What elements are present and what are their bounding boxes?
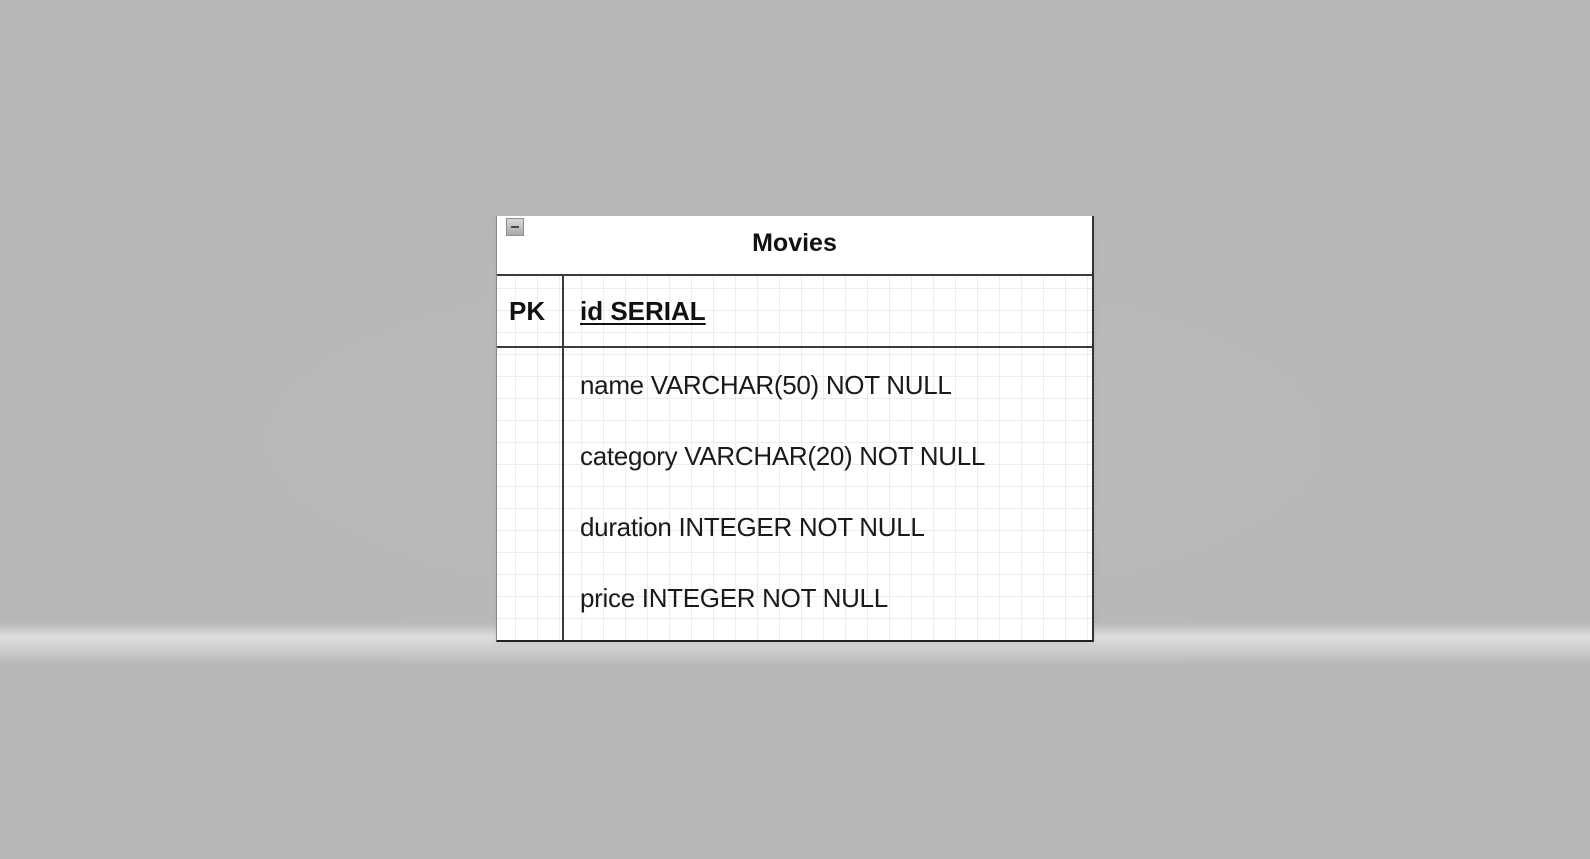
entity-header: Movies — [497, 216, 1092, 276]
column-divider — [562, 276, 564, 640]
field-row-name[interactable]: name VARCHAR(50) NOT NULL — [580, 365, 952, 405]
entity-title: Movies — [752, 229, 837, 257]
entity-table-movies[interactable]: Movies PK id SERIAL name VARCHAR(50) NOT… — [496, 216, 1094, 642]
pk-label: PK — [509, 296, 546, 326]
primary-key-row[interactable]: PK id SERIAL — [497, 276, 1092, 348]
pk-field: id SERIAL — [580, 296, 706, 326]
field-row-price[interactable]: price INTEGER NOT NULL — [580, 578, 888, 618]
field-row-category[interactable]: category VARCHAR(20) NOT NULL — [580, 436, 985, 476]
field-row-duration[interactable]: duration INTEGER NOT NULL — [580, 507, 925, 547]
